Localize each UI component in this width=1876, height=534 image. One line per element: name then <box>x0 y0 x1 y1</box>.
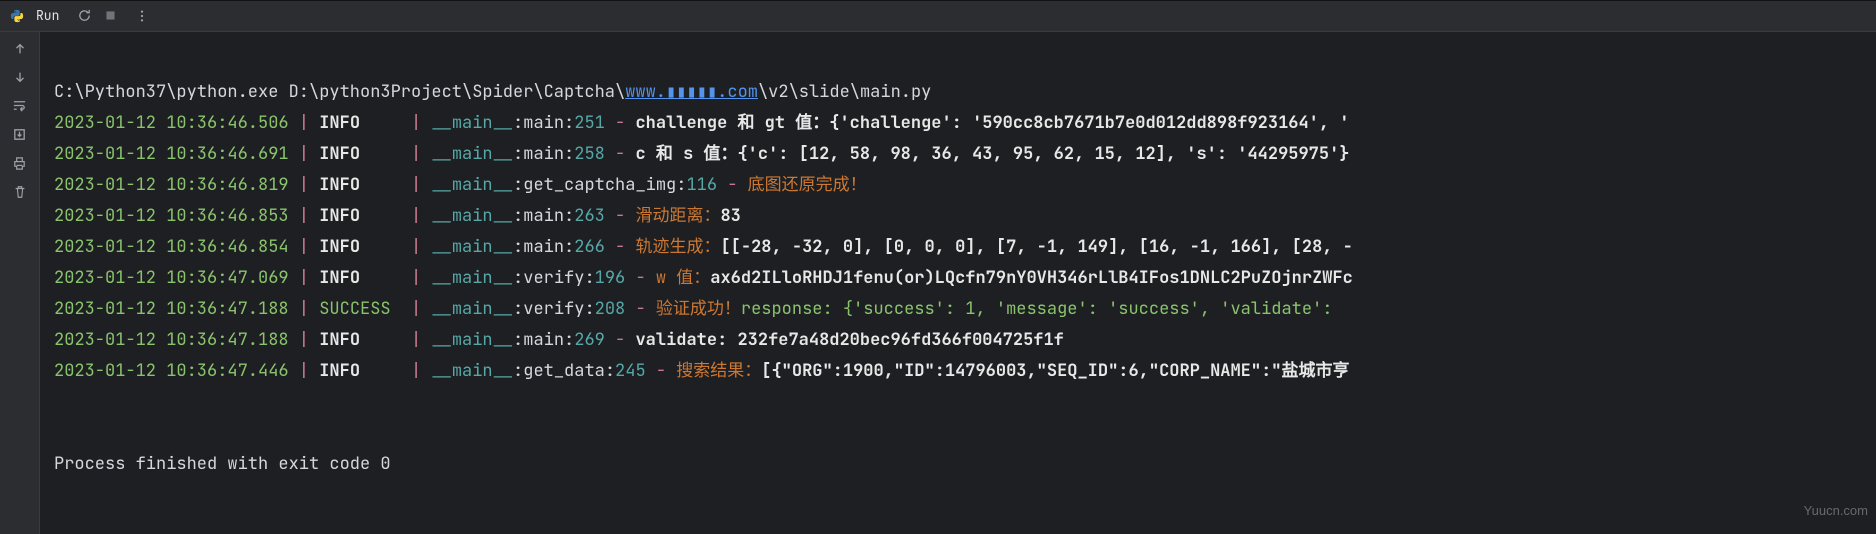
exit-line: Process finished with exit code 0 <box>54 453 391 475</box>
rerun-icon[interactable] <box>77 8 92 23</box>
console-output[interactable]: C:\Python37\python.exe D:\python3Project… <box>40 32 1876 534</box>
log-line: 2023-01-12 10:36:46.854 | INFO | __main_… <box>54 236 1353 258</box>
more-icon[interactable] <box>135 9 149 23</box>
trash-icon[interactable] <box>13 185 27 199</box>
log-line: 2023-01-12 10:36:47.069 | INFO | __main_… <box>54 267 1353 289</box>
cmd-line: C:\Python37\python.exe D:\python3Project… <box>54 81 931 103</box>
scroll-end-icon[interactable] <box>12 127 27 142</box>
run-gutter <box>0 32 40 534</box>
arrow-up-icon[interactable] <box>13 42 27 56</box>
run-label: Run <box>36 7 59 24</box>
python-icon <box>10 9 24 23</box>
soft-wrap-icon[interactable] <box>12 98 27 113</box>
stop-icon[interactable] <box>104 9 117 22</box>
url-link[interactable]: www.▮▮▮▮▮.com <box>625 81 758 103</box>
log-line: 2023-01-12 10:36:46.506 | INFO | __main_… <box>54 112 1349 134</box>
log-line: 2023-01-12 10:36:47.446 | INFO | __main_… <box>54 360 1349 382</box>
watermark: Yuucn.com <box>1804 495 1868 526</box>
arrow-down-icon[interactable] <box>13 70 27 84</box>
log-line: 2023-01-12 10:36:47.188 | SUCCESS | __ma… <box>54 298 1343 320</box>
log-line: 2023-01-12 10:36:46.691 | INFO | __main_… <box>54 143 1349 165</box>
print-icon[interactable] <box>12 156 27 171</box>
main-area: C:\Python37\python.exe D:\python3Project… <box>0 32 1876 534</box>
run-titlebar: Run <box>0 0 1876 32</box>
log-line: 2023-01-12 10:36:46.819 | INFO | __main_… <box>54 174 867 196</box>
log-line: 2023-01-12 10:36:47.188 | INFO | __main_… <box>54 329 1064 351</box>
log-line: 2023-01-12 10:36:46.853 | INFO | __main_… <box>54 205 741 227</box>
